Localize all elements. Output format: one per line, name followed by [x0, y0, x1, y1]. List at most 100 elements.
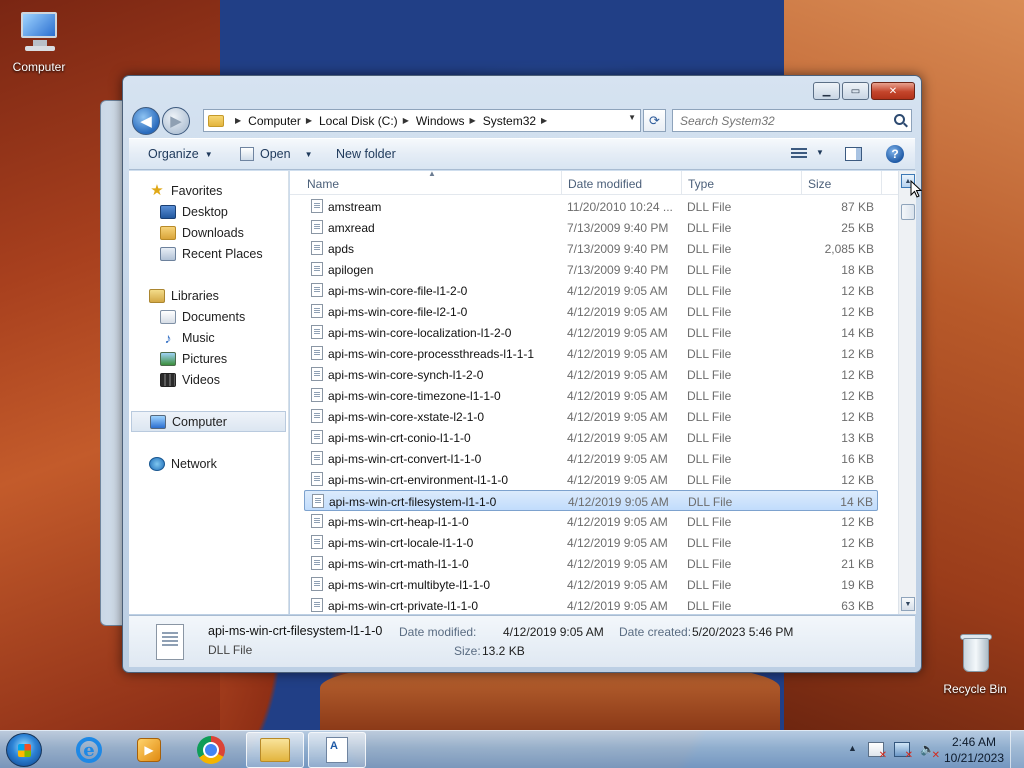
- file-row[interactable]: amxread 7/13/2009 9:40 PM DLL File 25 KB: [304, 217, 878, 238]
- desktop-icon: [160, 204, 176, 219]
- nav-label: Recent Places: [182, 246, 263, 261]
- action-center-icon[interactable]: [868, 742, 887, 761]
- file-row[interactable]: apilogen 7/13/2009 9:40 PM DLL File 18 KB: [304, 259, 878, 280]
- chevron-down-icon: ▼: [204, 149, 213, 159]
- open-button[interactable]: Open ▼: [240, 147, 313, 161]
- chevron-down-icon[interactable]: ▼: [816, 148, 824, 157]
- nav-pictures[interactable]: Pictures: [129, 348, 288, 369]
- taskbar-chrome[interactable]: [182, 732, 240, 768]
- file-row[interactable]: api-ms-win-crt-multibyte-l1-1-0 4/12/2019…: [304, 574, 878, 595]
- file-row[interactable]: api-ms-win-core-localization-l1-2-0 4/12/…: [304, 322, 878, 343]
- file-row[interactable]: api-ms-win-crt-filesystem-l1-1-0 4/12/201…: [304, 490, 878, 511]
- file-row[interactable]: api-ms-win-core-file-l1-2-0 4/12/2019 9:0…: [304, 280, 878, 301]
- nav-downloads[interactable]: Downloads: [129, 222, 288, 243]
- desktop-icon-computer[interactable]: Computer: [0, 8, 78, 74]
- back-button[interactable]: ◀: [132, 107, 160, 135]
- nav-favorites[interactable]: ★ Favorites: [129, 180, 288, 201]
- forward-button[interactable]: ▶: [162, 107, 190, 135]
- file-row[interactable]: amstream 11/20/2010 10:24 ... DLL File 87 K…: [304, 196, 878, 217]
- nav-desktop[interactable]: Desktop: [129, 201, 288, 222]
- column-size[interactable]: Size: [808, 171, 831, 195]
- file-type: DLL File: [687, 452, 732, 466]
- maximize-button[interactable]: ▭: [842, 82, 869, 100]
- nav-music[interactable]: ♪ Music: [129, 327, 288, 348]
- file-row[interactable]: api-ms-win-core-file-l2-1-0 4/12/2019 9:0…: [304, 301, 878, 322]
- column-type[interactable]: Type: [688, 171, 714, 195]
- column-divider[interactable]: [561, 171, 562, 195]
- breadcrumb-local-disk[interactable]: Local Disk (C:): [319, 114, 398, 128]
- scroll-down-button[interactable]: ▼: [901, 597, 915, 611]
- chevron-right-icon[interactable]: ▶: [470, 116, 476, 125]
- search-box[interactable]: [672, 109, 912, 132]
- preview-pane-icon[interactable]: [845, 147, 862, 161]
- file-name: api-ms-win-core-timezone-l1-1-0: [328, 389, 501, 403]
- nav-network[interactable]: Network: [129, 453, 288, 474]
- new-folder-button[interactable]: New folder: [336, 147, 396, 161]
- file-size: 18 KB: [841, 263, 874, 277]
- file-date-modified: 7/13/2009 9:40 PM: [567, 221, 669, 235]
- show-desktop-button[interactable]: [1010, 731, 1024, 768]
- scroll-thumb[interactable]: [901, 204, 915, 220]
- search-icon[interactable]: [894, 114, 905, 125]
- taskbar-document[interactable]: [308, 732, 366, 768]
- dll-file-icon: [311, 325, 323, 339]
- file-row[interactable]: api-ms-win-crt-private-l1-1-0 4/12/2019 9…: [304, 595, 878, 614]
- volume-muted-icon[interactable]: [920, 742, 940, 761]
- column-date-modified[interactable]: Date modified: [568, 171, 642, 195]
- desktop-icon-recycle-bin[interactable]: Recycle Bin: [936, 630, 1014, 696]
- taskbar-media-player[interactable]: ▶: [120, 732, 178, 768]
- chevron-right-icon[interactable]: ▶: [541, 116, 547, 125]
- nav-videos[interactable]: Videos: [129, 369, 288, 390]
- file-row[interactable]: api-ms-win-crt-math-l1-1-0 4/12/2019 9:05…: [304, 553, 878, 574]
- column-divider[interactable]: [681, 171, 682, 195]
- chevron-right-icon[interactable]: ▶: [403, 116, 409, 125]
- start-button[interactable]: [6, 733, 42, 767]
- minimize-button[interactable]: ▁: [813, 82, 840, 100]
- chevron-right-icon[interactable]: ▶: [235, 116, 241, 125]
- file-row[interactable]: api-ms-win-core-xstate-l2-1-0 4/12/2019 9…: [304, 406, 878, 427]
- nav-libraries[interactable]: Libraries: [129, 285, 288, 306]
- help-icon[interactable]: ?: [886, 145, 904, 163]
- nav-computer[interactable]: Computer: [131, 411, 286, 432]
- nav-recent-places[interactable]: Recent Places: [129, 243, 288, 264]
- file-row[interactable]: api-ms-win-crt-convert-l1-1-0 4/12/2019 9…: [304, 448, 878, 469]
- show-hidden-icons-icon[interactable]: ▲: [848, 743, 857, 753]
- taskbar-windows-explorer[interactable]: [246, 732, 304, 768]
- network-icon: [149, 456, 165, 471]
- taskbar-internet-explorer[interactable]: e: [60, 732, 118, 768]
- file-date-modified: 4/12/2019 9:05 AM: [567, 284, 668, 298]
- column-name[interactable]: Name: [307, 171, 339, 195]
- organize-button[interactable]: Organize ▼: [148, 147, 213, 161]
- network-status-icon[interactable]: [894, 742, 913, 761]
- file-row[interactable]: api-ms-win-core-timezone-l1-1-0 4/12/2019…: [304, 385, 878, 406]
- breadcrumb-windows[interactable]: Windows: [416, 114, 465, 128]
- address-bar[interactable]: ▶ Computer ▶ Local Disk (C:) ▶ Windows ▶…: [203, 109, 641, 132]
- chevron-right-icon[interactable]: ▶: [306, 116, 312, 125]
- file-row[interactable]: apds 7/13/2009 9:40 PM DLL File 2,085 KB: [304, 238, 878, 259]
- nav-documents[interactable]: Documents: [129, 306, 288, 327]
- search-input[interactable]: [680, 113, 880, 128]
- file-date-modified: 4/12/2019 9:05 AM: [567, 515, 668, 529]
- refresh-button[interactable]: ⟳: [643, 109, 666, 132]
- views-icon[interactable]: [791, 148, 807, 160]
- close-button[interactable]: ✕: [871, 82, 915, 100]
- file-row[interactable]: api-ms-win-crt-conio-l1-1-0 4/12/2019 9:0…: [304, 427, 878, 448]
- breadcrumb-system32[interactable]: System32: [483, 114, 536, 128]
- file-row[interactable]: api-ms-win-crt-locale-l1-1-0 4/12/2019 9:…: [304, 532, 878, 553]
- address-dropdown-icon[interactable]: ▼: [628, 113, 636, 122]
- file-name: api-ms-win-core-file-l2-1-0: [328, 305, 468, 319]
- file-name: api-ms-win-core-synch-l1-2-0: [328, 368, 484, 382]
- details-size: 13.2 KB: [482, 644, 525, 658]
- chevron-down-icon[interactable]: ▼: [305, 150, 313, 159]
- file-row[interactable]: api-ms-win-crt-heap-l1-1-0 4/12/2019 9:05…: [304, 511, 878, 532]
- clock[interactable]: 2:46 AM 10/21/2023: [940, 734, 1008, 766]
- file-row[interactable]: api-ms-win-crt-environment-l1-1-0 4/12/20…: [304, 469, 878, 490]
- breadcrumb-computer[interactable]: Computer: [248, 114, 301, 128]
- file-row[interactable]: api-ms-win-core-synch-l1-2-0 4/12/2019 9:…: [304, 364, 878, 385]
- column-divider[interactable]: [881, 171, 882, 195]
- vertical-scrollbar[interactable]: ▲ ▼: [898, 171, 916, 614]
- breadcrumb: ▶ Computer ▶ Local Disk (C:) ▶ Windows ▶…: [230, 110, 554, 131]
- file-list: ▲ Name Date modified Type Size amstream 1…: [290, 171, 916, 614]
- column-divider[interactable]: [801, 171, 802, 195]
- file-row[interactable]: api-ms-win-core-processthreads-l1-1-1 4/1…: [304, 343, 878, 364]
